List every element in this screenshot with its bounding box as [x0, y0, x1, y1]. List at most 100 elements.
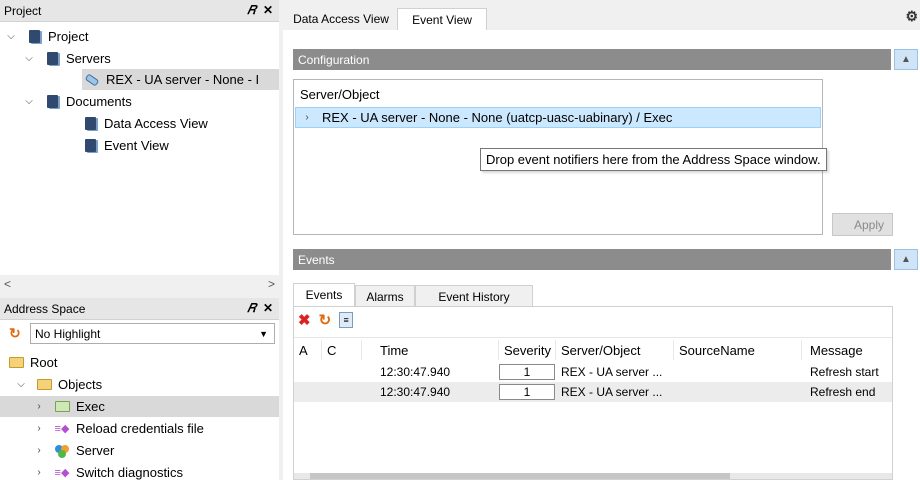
tree-item-label: Servers	[66, 51, 111, 66]
tree-item-label: Reload credentials file	[76, 421, 204, 436]
column-header-c[interactable]: C	[322, 340, 362, 360]
tab-data-access-view[interactable]: Data Access View	[287, 8, 395, 30]
document-tabs: Data Access View Event View ⚙	[283, 0, 920, 30]
tab-label: Event View	[412, 12, 472, 27]
column-header-severity[interactable]: Severity	[499, 340, 556, 360]
drop-hint-tooltip: Drop event notifiers here from the Addre…	[480, 148, 827, 171]
chevron-down-icon[interactable]: ⌵	[22, 95, 36, 109]
project-hscrollbar[interactable]: < >	[0, 275, 279, 292]
float-pane-icon[interactable]: 𝑅	[247, 3, 256, 18]
refresh-icon[interactable]: ↻	[9, 325, 21, 342]
cell-server-object: REX - UA server ...	[561, 365, 663, 379]
column-header-server-object[interactable]: Server/Object	[556, 340, 674, 360]
project-pane-title: Project	[4, 3, 42, 18]
tree-item-documents[interactable]: ⌵ Documents	[22, 91, 132, 112]
server-connection-icon	[84, 72, 100, 88]
tree-item-label: Objects	[58, 377, 103, 392]
address-space-pane: Address Space 𝑅 ✕ ↻ No Highlight ▼ Root …	[0, 298, 279, 480]
highlight-combo-value: No Highlight	[35, 326, 101, 341]
configuration-header: Configuration	[293, 49, 891, 70]
chevron-down-icon[interactable]: ⌵	[14, 378, 28, 392]
column-header-time[interactable]: Time	[362, 340, 499, 360]
tab-events[interactable]: Events	[293, 283, 355, 306]
tree-item-event-view[interactable]: Event View	[82, 135, 169, 156]
book-icon	[82, 138, 98, 154]
tree-item-project[interactable]: ⌵ Project	[4, 26, 88, 47]
cell-server-object: REX - UA server ...	[561, 385, 663, 399]
tab-label: Data Access View	[293, 12, 389, 26]
book-icon	[44, 94, 60, 110]
events-hscrollbar[interactable]	[294, 473, 892, 479]
tree-item-rex-server[interactable]: REX - UA server - None - I	[82, 69, 279, 90]
chevron-down-icon[interactable]: ⌵	[22, 52, 36, 66]
highlight-combo[interactable]: No Highlight ▼	[30, 323, 275, 344]
column-header-source-name[interactable]: SourceName	[674, 340, 802, 360]
column-header-a[interactable]: A	[294, 340, 322, 360]
table-row[interactable]: 12:30:47.940 1 REX - UA server ... Refre…	[294, 382, 892, 402]
project-pane: Project 𝑅 ✕ ⌵ Project ⌵ Servers REX - UA…	[0, 0, 279, 292]
tab-event-view[interactable]: Event View	[397, 8, 487, 30]
configuration-row[interactable]: › REX - UA server - None - None (uatcp-u…	[295, 107, 821, 128]
address-pane-header: Address Space 𝑅 ✕	[0, 298, 279, 320]
folder-icon	[8, 355, 24, 371]
tree-item-label: REX - UA server - None - I	[106, 72, 260, 87]
tree-item-label: Data Access View	[104, 116, 208, 131]
folder-icon	[36, 377, 52, 393]
scroll-right-icon[interactable]: >	[268, 277, 275, 291]
events-title: Events	[298, 252, 335, 267]
chevron-right-icon[interactable]: ›	[32, 444, 46, 458]
tree-item-server[interactable]: › Server	[32, 440, 114, 461]
chevron-right-icon[interactable]: ›	[32, 400, 46, 414]
tree-item-data-access-view[interactable]: Data Access View	[82, 113, 208, 134]
event-view-document: Configuration ▲ Server/Object › REX - UA…	[283, 30, 920, 480]
folder-icon	[54, 399, 70, 415]
configuration-title: Configuration	[298, 52, 370, 67]
tree-item-servers[interactable]: ⌵ Servers	[22, 48, 111, 69]
severity-box: 1	[499, 364, 555, 380]
tab-label: Events	[305, 288, 343, 302]
tree-item-switch-diagnostics[interactable]: › ≡◆ Switch diagnostics	[32, 462, 183, 480]
configuration-row-label: REX - UA server - None - None (uatcp-uas…	[322, 110, 673, 125]
settings-icon[interactable]: ⚙	[905, 8, 918, 25]
tree-item-label: Documents	[66, 94, 132, 109]
object-icon	[54, 443, 70, 459]
tree-item-exec[interactable]: › Exec	[0, 396, 279, 417]
tab-event-history[interactable]: Event History	[415, 285, 533, 307]
cell-message: Refresh start	[810, 365, 879, 379]
refresh-icon[interactable]: ↻	[319, 311, 332, 329]
float-pane-icon[interactable]: 𝑅	[247, 301, 256, 316]
server-object-label: Server/Object	[300, 87, 380, 102]
apply-button[interactable]: Apply	[832, 213, 893, 236]
clear-events-icon[interactable]: ✖	[298, 311, 311, 329]
address-pane-title: Address Space	[4, 301, 86, 316]
project-tree: ⌵ Project ⌵ Servers REX - UA server - No…	[0, 23, 279, 273]
chevron-right-icon[interactable]: ›	[32, 466, 46, 480]
column-header-message[interactable]: Message	[802, 340, 894, 360]
collapse-events-button[interactable]: ▲	[894, 249, 918, 270]
chevron-right-icon[interactable]: ›	[32, 422, 46, 436]
events-panel: ✖ ↻ ≡ A C Time Severity Server/Object So…	[293, 306, 893, 480]
chevron-down-icon[interactable]: ⌵	[4, 30, 18, 44]
book-icon	[44, 51, 60, 67]
method-icon: ≡◆	[54, 423, 70, 435]
close-pane-icon[interactable]: ✕	[263, 301, 273, 316]
tree-item-label: Switch diagnostics	[76, 465, 183, 480]
scrollbar-thumb[interactable]	[310, 473, 730, 479]
tree-item-reload-credentials[interactable]: › ≡◆ Reload credentials file	[32, 418, 204, 439]
collapse-configuration-button[interactable]: ▲	[894, 49, 918, 70]
events-grid-header: A C Time Severity Server/Object SourceNa…	[294, 340, 892, 360]
scroll-left-icon[interactable]: <	[4, 277, 11, 291]
cell-severity: 1	[499, 382, 555, 402]
chevron-right-icon[interactable]: ›	[300, 111, 314, 125]
close-pane-icon[interactable]: ✕	[263, 3, 273, 18]
tab-alarms[interactable]: Alarms	[355, 285, 415, 307]
book-icon	[82, 116, 98, 132]
tree-item-objects[interactable]: ⌵ Objects	[14, 374, 102, 395]
events-toolbar: ✖ ↻ ≡	[298, 310, 354, 330]
severity-box: 1	[499, 384, 555, 400]
combo-arrow-icon[interactable]: ▼	[259, 329, 268, 339]
export-icon[interactable]: ≡	[339, 312, 354, 328]
table-row[interactable]: 12:30:47.940 1 REX - UA server ... Refre…	[294, 362, 892, 382]
tree-item-label: Event View	[104, 138, 169, 153]
tree-item-root[interactable]: Root	[8, 352, 57, 373]
